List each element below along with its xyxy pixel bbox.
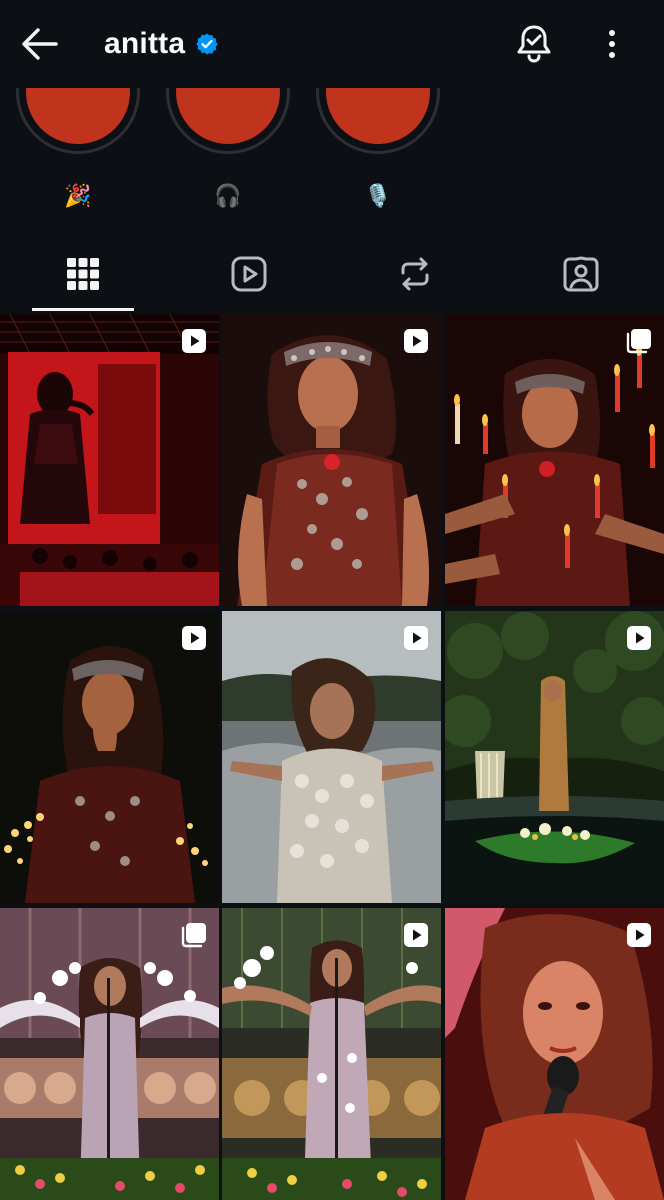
highlight-cover-ring [316,88,440,154]
post-thumbnail[interactable] [445,314,664,606]
posts-grid [0,314,664,1200]
highlight-cover-ring [166,88,290,154]
highlight-item[interactable]: 🎧 [166,88,290,218]
tagged-user-icon [563,256,599,292]
post-thumbnail[interactable] [0,314,219,606]
arrow-left-icon[interactable] [18,24,60,64]
carousel-icon [626,329,651,354]
bell-check-icon[interactable] [514,22,554,66]
reel-play-icon [404,626,428,650]
post-image [222,611,441,903]
post-image [222,314,441,606]
reel-play-icon [182,329,206,353]
highlight-cover-ring [16,88,140,154]
highlight-item[interactable]: 🎉 [16,88,140,218]
post-thumbnail[interactable] [445,908,664,1200]
highlight-item[interactable]: 🎙️ [316,88,440,218]
highlight-label: 🎉 [64,184,92,209]
active-tab-indicator [32,308,134,311]
tab-posts-grid[interactable] [0,236,166,312]
highlight-cover [26,88,130,144]
post-thumbnail[interactable] [445,611,664,903]
reel-play-icon [627,626,651,650]
post-thumbnail[interactable] [0,908,219,1200]
post-thumbnail[interactable] [222,908,441,1200]
reels-play-icon [231,256,267,292]
grid-icon [67,258,99,290]
reel-play-icon [404,923,428,947]
more-vertical-icon[interactable] [596,24,628,64]
post-image [222,908,441,1200]
profile-header: anitta [0,0,664,88]
post-image [0,611,219,903]
post-thumbnail[interactable] [0,611,219,903]
carousel-icon [181,923,206,948]
highlight-label: 🎧 [214,184,242,209]
reel-play-icon [627,923,651,947]
reel-play-icon [404,329,428,353]
tab-tagged[interactable] [498,236,664,312]
profile-username: anitta [104,27,186,60]
post-thumbnail[interactable] [222,611,441,903]
reposts-icon [401,257,429,291]
verified-badge-icon [196,33,219,55]
profile-title: anitta [104,24,219,64]
highlight-label: 🎙️ [364,184,392,209]
post-image [0,908,219,1200]
post-image [0,314,219,606]
post-image [445,314,664,606]
highlight-cover [176,88,280,144]
post-image [445,908,664,1200]
reel-play-icon [182,626,206,650]
tab-reposts[interactable] [332,236,498,312]
post-image [445,611,664,903]
post-thumbnail[interactable] [222,314,441,606]
story-highlights: 🎉 🎧 🎙️ [0,88,664,228]
tab-reels[interactable] [166,236,332,312]
profile-tabs [0,236,664,312]
highlight-cover [326,88,430,144]
